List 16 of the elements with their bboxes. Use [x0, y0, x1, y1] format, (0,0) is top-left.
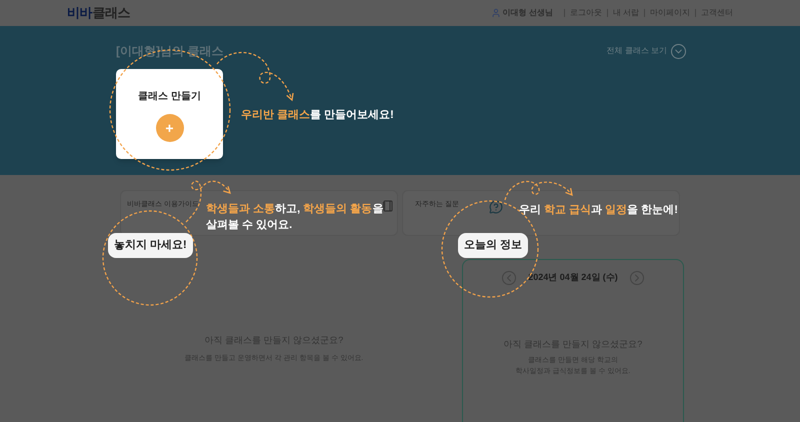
tour-message: 우리 학교 급식과 일정을 한눈에! — [519, 203, 678, 218]
tour-message: 학생들과 소통하고, 학생들의 활동을 살펴볼 수 있어요. — [206, 202, 384, 233]
create-class-card[interactable]: 클래스 만들기 + — [116, 69, 223, 159]
dashed-arrow — [504, 180, 573, 200]
logo[interactable]: 비바클래스 — [67, 3, 130, 23]
tour-message: 우리반 클래스를 만들어보세요! — [241, 108, 394, 123]
view-all-link[interactable]: 전체 클래스 보기 — [606, 45, 667, 57]
user-icon — [490, 8, 501, 18]
notebook-icon — [382, 200, 394, 212]
add-button[interactable]: + — [156, 114, 184, 142]
banner-title: [이대형]님의 클래스 — [116, 43, 224, 60]
question-bubble-icon — [488, 200, 503, 214]
tour-badge: 오늘의 정보 — [458, 233, 528, 258]
chevron-down-icon[interactable] — [671, 44, 686, 58]
tour-badge: 놓치지 마세요! — [108, 233, 193, 258]
card-label: 클래스 만들기 — [138, 90, 201, 104]
